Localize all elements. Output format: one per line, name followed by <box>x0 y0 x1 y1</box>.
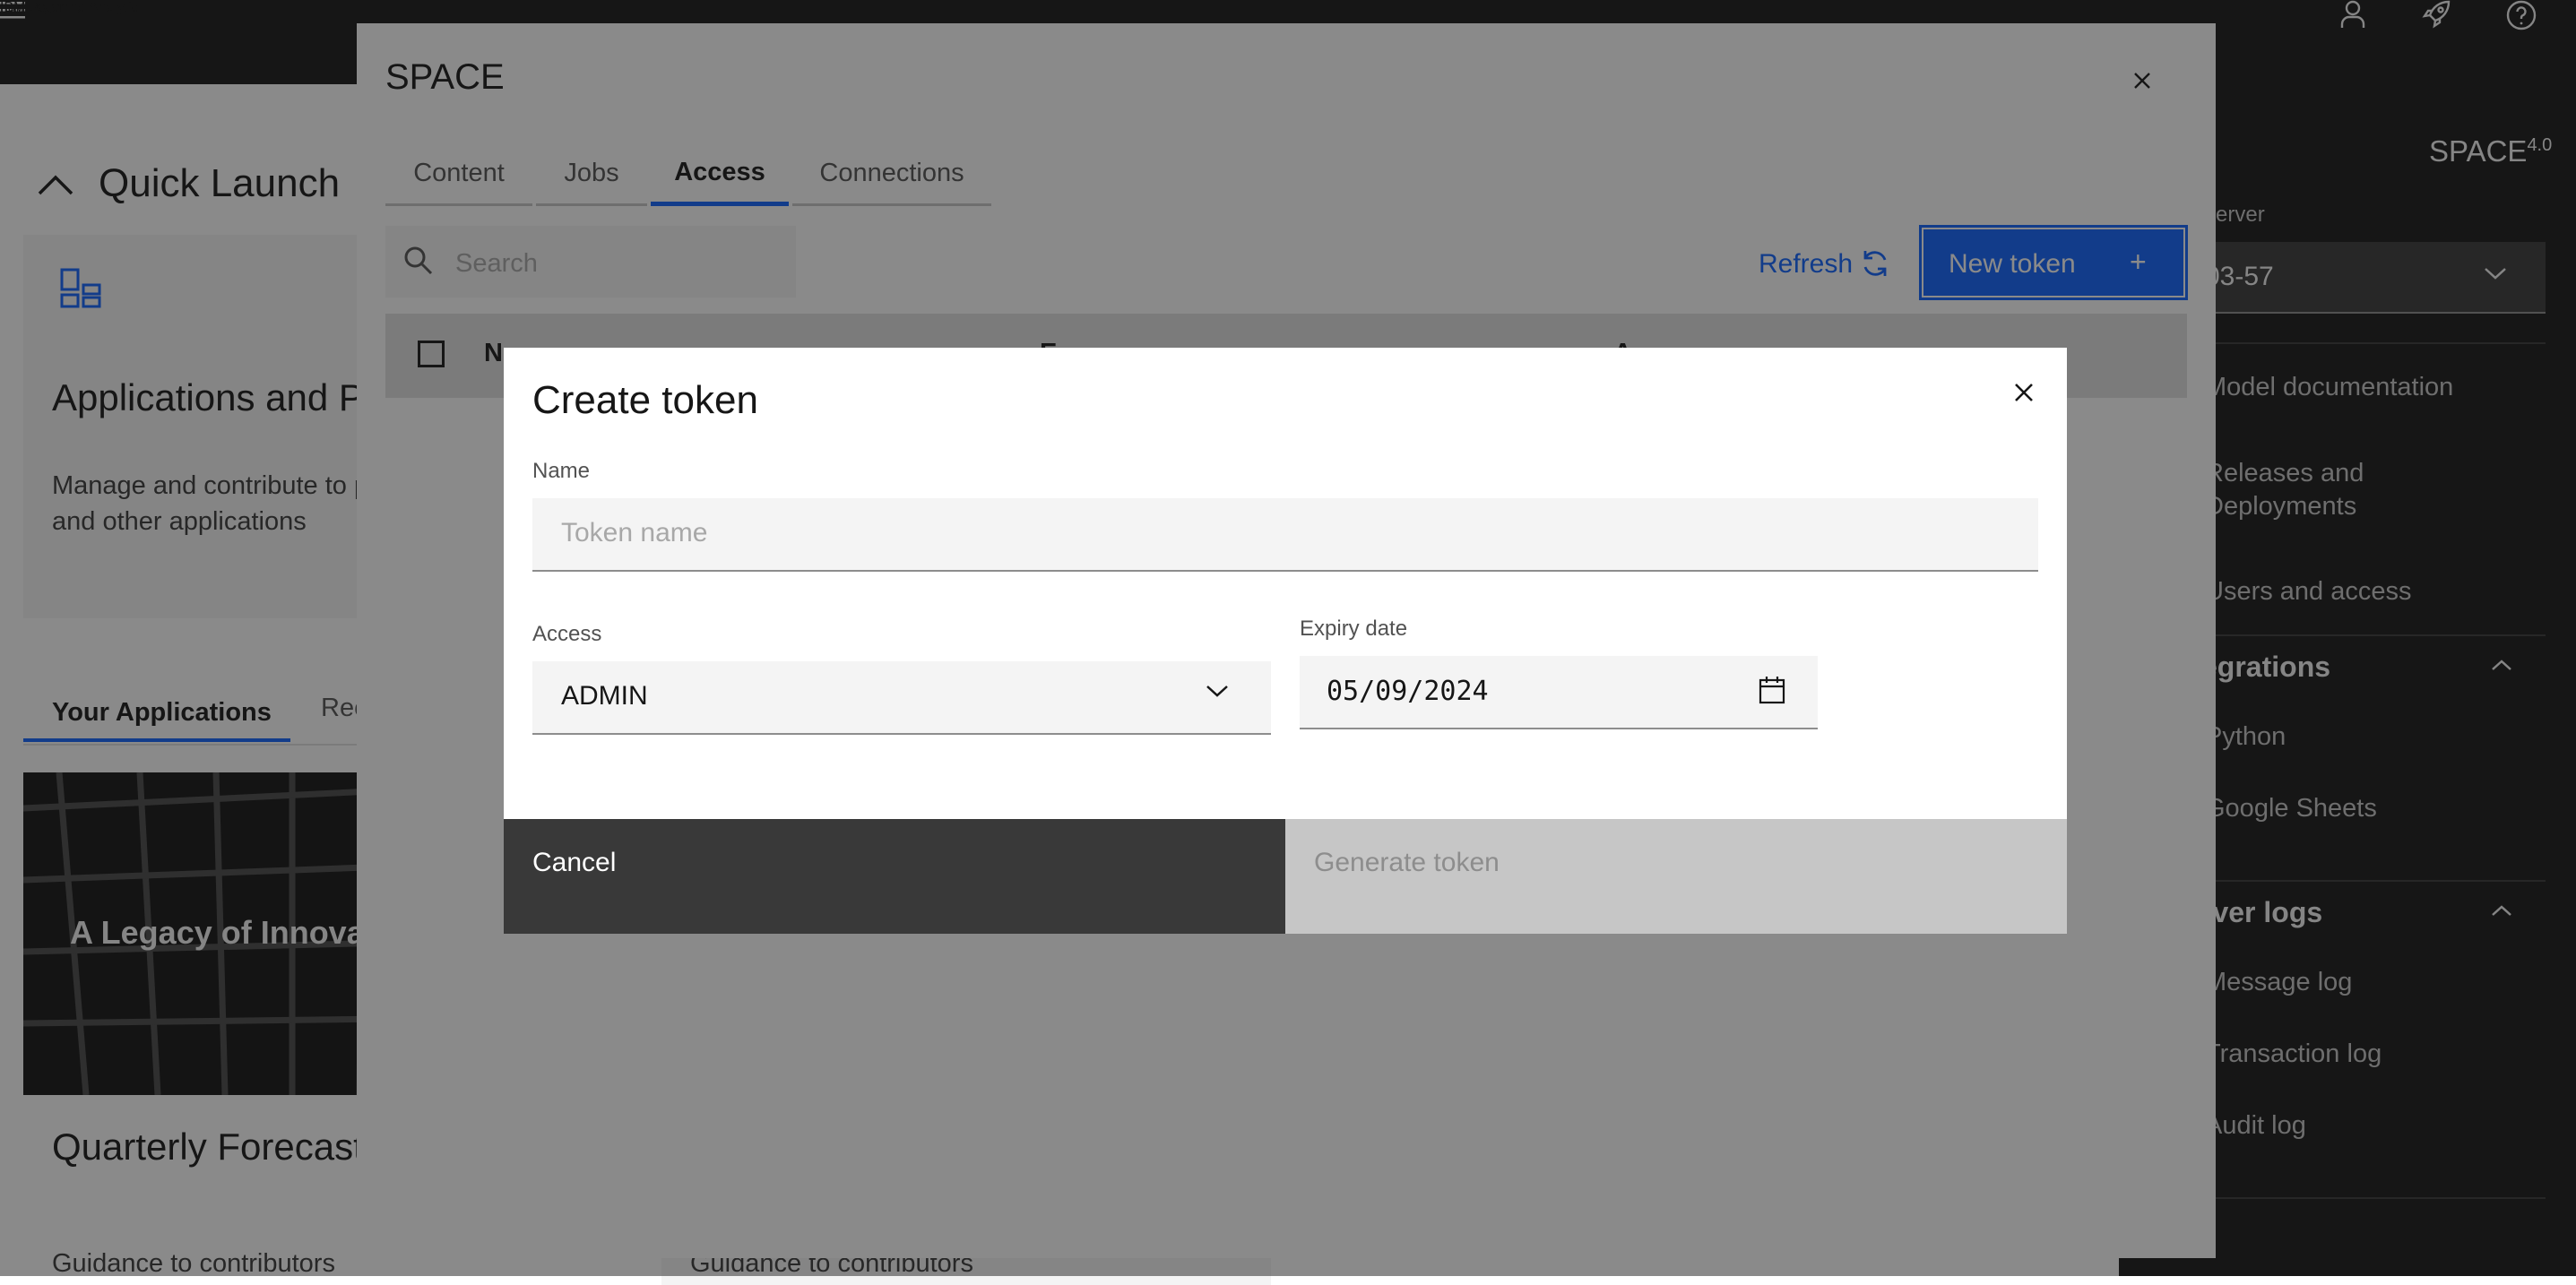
expiry-date-value: 05/09/2024 <box>1327 676 1489 707</box>
close-icon[interactable] <box>2002 371 2045 414</box>
cancel-button[interactable] <box>504 819 1285 934</box>
access-label: Access <box>532 622 602 646</box>
access-select-value: ADMIN <box>561 681 648 711</box>
cancel-button-label: Cancel <box>532 848 617 877</box>
generate-token-label: Generate token <box>1314 848 1500 877</box>
chevron-down-icon[interactable] <box>1205 683 1230 699</box>
calendar-icon[interactable] <box>1759 676 1785 704</box>
expiry-date-label: Expiry date <box>1300 617 1408 641</box>
name-label: Name <box>532 459 591 483</box>
dialog-title: Create token <box>532 378 758 422</box>
token-name-input[interactable] <box>532 498 2038 572</box>
token-name-placeholder: Token name <box>561 518 708 548</box>
